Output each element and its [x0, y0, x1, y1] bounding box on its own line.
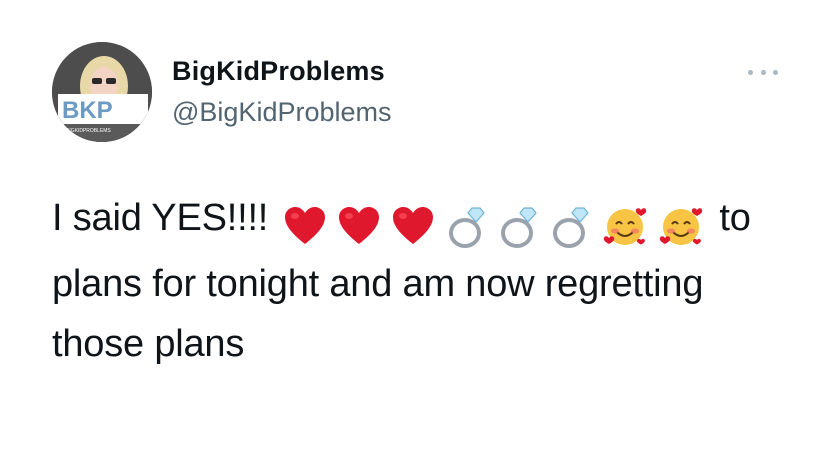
emoji-row	[283, 194, 706, 254]
avatar-logo-subtext: BIGKIDPROBLEMS	[66, 128, 111, 134]
more-dot	[748, 69, 753, 75]
ring-icon	[448, 207, 485, 248]
ring-icon	[500, 207, 537, 248]
display-name[interactable]: BigKidProblems	[172, 56, 385, 87]
smiling-face-with-hearts-icon	[659, 208, 703, 245]
avatar-image: BKP BIGKIDPROBLEMS	[52, 42, 152, 142]
smiling-face-with-hearts-icon	[603, 208, 646, 245]
avatar[interactable]: BKP BIGKIDPROBLEMS	[52, 42, 152, 142]
user-handle[interactable]: @BigKidProblems	[172, 97, 392, 128]
red-heart-icon	[338, 206, 379, 244]
more-dot	[773, 69, 778, 75]
tweet-text: I said YES!!!! to plans for tonight and …	[52, 188, 792, 374]
more-dot	[760, 69, 766, 75]
red-heart-icon	[393, 206, 434, 244]
tweet-text-before: I said YES!!!!	[52, 197, 269, 239]
avatar-logo: BKP	[62, 97, 113, 124]
tweet-card: BKP BIGKIDPROBLEMS BigKidProblems @BigKi…	[0, 0, 838, 472]
ring-icon	[553, 207, 590, 248]
red-heart-icon	[284, 206, 325, 244]
more-horizontal-icon[interactable]	[748, 60, 778, 84]
